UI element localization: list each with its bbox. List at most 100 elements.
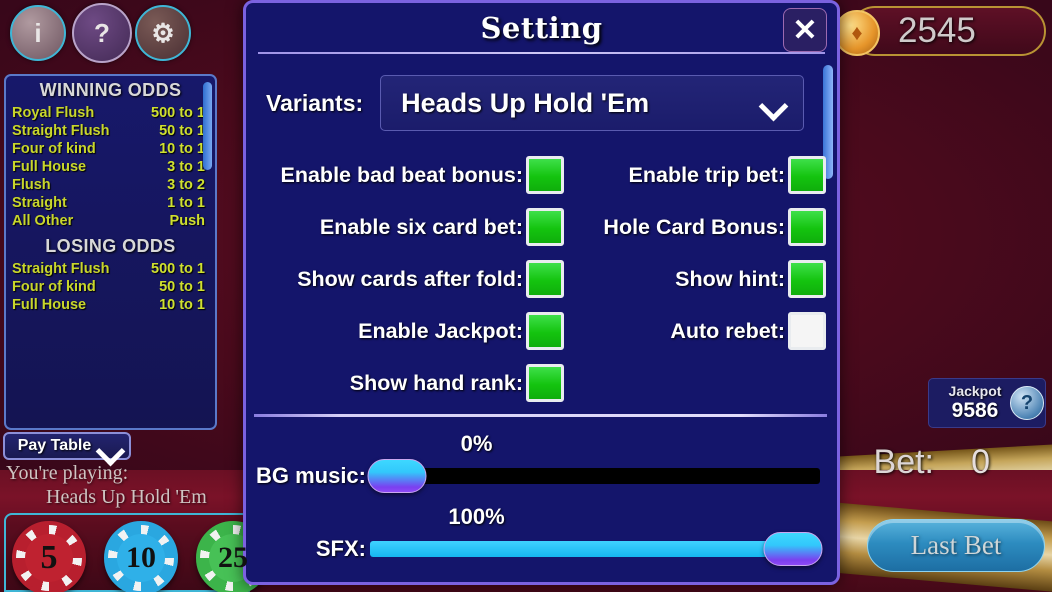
setting-label: Enable six card bet: [319,214,523,239]
setting-row-six-card-bet[interactable]: Enable six card bet: [264,201,564,253]
chip-value: 10 [126,541,156,574]
sfx-slider-fill [370,541,820,557]
checkbox-trip-bet[interactable] [788,156,826,194]
setting-row-show-cards-after-fold[interactable]: Show cards after fold: [264,253,564,305]
info-button[interactable]: i [10,5,66,61]
bg-music-percent: 0% [460,431,493,456]
bet-value: 0 [971,443,990,481]
hand-odds: 1 to 1 [167,195,205,211]
table-row: All Other Push [6,212,215,230]
checkbox-six-card-bet[interactable] [526,208,564,246]
last-bet-label: Last Bet [910,530,1002,560]
close-button[interactable]: ✕ [783,8,827,52]
jackpot-help-icon[interactable]: ? [1010,386,1044,420]
variants-select[interactable]: Heads Up Hold 'Em [380,75,805,131]
checkbox-hole-card-bonus[interactable] [788,208,826,246]
balance-display[interactable]: ♦ 2545 [834,6,1046,56]
playing-variant-text: Heads Up Hold 'Em [46,486,207,508]
hand-name: Full House [12,159,87,175]
jackpot-label: Jackpot [948,383,1002,399]
hand-name: Four of kind [12,279,96,295]
table-row: Flush 3 to 2 [6,176,215,194]
sfx-slider-block: 100% SFX: [246,504,837,566]
table-row: Full House 3 to 1 [6,158,215,176]
chip-value: 5 [40,539,58,576]
last-bet-button[interactable]: Last Bet [867,519,1045,572]
playing-prefix-text: You're playing: [6,462,129,484]
checkbox-enable-jackpot[interactable] [526,312,564,350]
setting-label: Enable trip bet: [628,162,785,187]
chevron-down-icon [98,441,116,451]
setting-label: Hole Card Bonus: [603,214,785,239]
settings-button[interactable]: ⚙ [135,5,191,61]
hand-name: Straight [12,195,67,211]
winning-odds-header: WINNING ODDS [39,80,182,100]
hand-odds: Push [169,213,205,229]
table-row: Four of kind 10 to 1 [6,140,215,158]
hand-name: Straight Flush [12,261,110,277]
gear-icon: ⚙ [151,18,175,48]
setting-label: Show hint: [675,266,785,291]
close-icon: ✕ [792,13,818,47]
hand-name: Flush [12,177,51,193]
pay-table-label: Pay Table [17,437,92,454]
bg-music-slider-thumb[interactable] [367,459,427,493]
chip-value: 25 [218,541,248,574]
setting-label: Show hand rank: [349,370,523,395]
hand-odds: 10 to 1 [159,141,205,157]
slider-section-divider [254,414,827,417]
info-icon: i [34,18,42,48]
hand-name: Four of kind [12,141,96,157]
setting-row-trip-bet[interactable]: Enable trip bet: [586,149,826,201]
chevron-down-icon [761,96,787,110]
sfx-label: SFX: [315,536,366,561]
hand-odds: 3 to 1 [167,159,205,175]
table-row: Straight Flush 50 to 1 [6,122,215,140]
bg-music-slider-block: 0% BG music: [246,431,837,493]
sfx-slider-track[interactable] [370,532,823,566]
setting-label: Enable Jackpot: [358,318,523,343]
dialog-title: Setting [480,11,603,45]
hand-odds: 50 to 1 [159,123,205,139]
bg-music-slider-track[interactable] [367,459,820,493]
hand-name: Full House [12,297,87,313]
setting-row-bad-beat-bonus[interactable]: Enable bad beat bonus: [264,149,564,201]
hand-odds: 50 to 1 [159,279,205,295]
hand-odds: 500 to 1 [151,105,205,121]
title-divider [258,52,825,54]
checkbox-auto-rebet[interactable] [788,312,826,350]
chip-5[interactable]: 5 [12,521,86,592]
hand-odds: 10 to 1 [159,297,205,313]
question-cards-icon: ? [94,18,110,48]
sfx-slider-thumb[interactable] [763,532,823,566]
hand-odds: 3 to 2 [167,177,205,193]
checkbox-show-cards-after-fold[interactable] [526,260,564,298]
setting-row-show-hint[interactable]: Show hint: [586,253,826,305]
help-cards-button[interactable]: ? [72,3,132,63]
hand-name: Royal Flush [12,105,95,121]
setting-row-enable-jackpot[interactable]: Enable Jackpot: [264,305,564,357]
setting-row-auto-rebet[interactable]: Auto rebet: [586,305,826,357]
table-row: Straight Flush 500 to 1 [6,260,215,278]
table-row: Four of kind 50 to 1 [6,278,215,296]
setting-row-show-hand-rank[interactable]: Show hand rank: [264,357,564,409]
checkbox-show-hand-rank[interactable] [526,364,564,402]
checkbox-column-left: Enable bad beat bonus: Enable six card b… [264,149,564,409]
variants-label: Variants: [266,89,364,116]
pay-table-dropdown[interactable]: Pay Table [3,432,131,460]
checkbox-column-right: Enable trip bet: Hole Card Bonus: Show h… [586,149,826,357]
coin-glyph: ♦ [851,20,863,45]
table-row: Royal Flush 500 to 1 [6,104,215,122]
bet-label: Bet: [873,443,934,481]
odds-panel-scrollbar[interactable] [203,82,212,170]
odds-panel[interactable]: WINNING ODDS Royal Flush 500 to 1 Straigh… [4,74,217,430]
variants-row: Variants: Heads Up Hold 'Em [266,75,805,131]
setting-row-hole-card-bonus[interactable]: Hole Card Bonus: [586,201,826,253]
hand-odds: 500 to 1 [151,261,205,277]
sfx-percent: 100% [448,504,505,529]
checkbox-show-hint[interactable] [788,260,826,298]
checkbox-bad-beat-bonus[interactable] [526,156,564,194]
hand-name: Straight Flush [12,123,110,139]
chip-10[interactable]: 10 [104,521,178,592]
balance-value: 2545 [898,11,976,50]
